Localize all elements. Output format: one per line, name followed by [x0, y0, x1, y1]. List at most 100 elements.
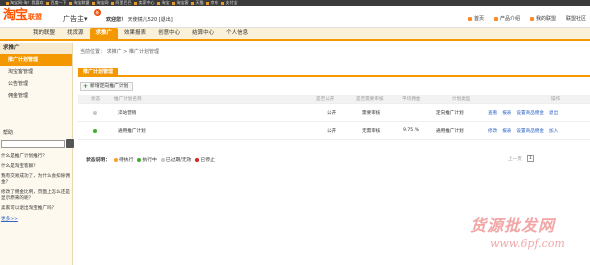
help-link[interactable]: 我有交易成功了，为什么会扣除佣金？ [1, 174, 73, 186]
sidebar-item-commission-management[interactable]: 佣金管理 [0, 90, 72, 102]
status-pending-icon [114, 157, 118, 162]
header-links: 首页 产品介绍 我的联盟 联盟社区 [467, 15, 586, 22]
prev-page-button[interactable]: 上一页 [508, 156, 522, 162]
bookmark-icon [69, 1, 73, 5]
legend-item: 待执行 [114, 156, 133, 163]
bookmark-icon [111, 1, 115, 5]
table-row: 淬站营销 公开 需要审核 定向推广计划 查看 报表 设置商品佣金 退出 [78, 104, 590, 122]
status-expired-icon [93, 110, 97, 115]
bookmark-icon [172, 1, 176, 5]
status-active-icon [93, 128, 97, 133]
plan-type: 定向推广计划 [436, 110, 464, 116]
help-title: 帮助 [3, 130, 14, 136]
chevron-down-icon: ▾ [84, 15, 88, 23]
sidebar-item-taoke-management[interactable]: 淘宝客管理 [0, 66, 72, 78]
legend-label: 待执行 [119, 158, 134, 163]
nav-creative[interactable]: 创意中心 [152, 28, 186, 39]
main-nav: 我的联盟 找货源 求推广 效果报表 创意中心 结算中心 个人信息 [0, 28, 590, 41]
sidebar-item-notice-management[interactable]: 公告管理 [0, 78, 72, 90]
help-more-link[interactable]: 更多>> [1, 216, 73, 222]
plus-icon: + [83, 82, 89, 90]
legend-item: 已过期/无效 [160, 156, 192, 163]
plan-name: 通用推广计划 [118, 128, 146, 134]
help-search-button[interactable] [66, 139, 74, 148]
status-expired-icon [160, 157, 165, 162]
plan-review: 需要审核 [362, 110, 381, 116]
header-link-home[interactable]: 首页 [467, 15, 484, 22]
header-link-label: 联盟社区 [565, 16, 586, 22]
table-header: 状态 推广计划名称 是否公开 是否需要审核 平均佣金 计划类型 操作 [78, 95, 590, 104]
table-row: 通用推广计划 公开 无需审核 9.75 % 通用推广计划 修改 报表 设置商品佣… [78, 122, 590, 140]
set-commission-link[interactable]: 设置商品佣金 [516, 128, 544, 134]
site-header: 淘宝 联盟 广告主▾ 新 欢迎您！ 天使镜儿520 [退出] 首页 产品介绍 我… [0, 6, 590, 28]
header-link-community[interactable]: 联盟社区 [566, 15, 586, 22]
legend-label: 执行中 [142, 158, 157, 163]
help-link[interactable]: 卖家可以退出淘宝推广吗？ [1, 206, 73, 212]
bookmark-icon [157, 1, 161, 5]
quit-link[interactable]: 退出 [549, 110, 558, 116]
column-header: 操作 [551, 97, 561, 102]
welcome-text: 欢迎您！ 天使镜儿520 [退出] [106, 16, 173, 23]
plan-type: 通用推广计划 [436, 128, 464, 134]
view-link[interactable]: 查看 [488, 110, 497, 116]
column-header: 计划类型 [452, 97, 471, 102]
join-link[interactable]: 加入 [549, 128, 558, 134]
column-header: 状态 [91, 97, 101, 102]
tab-plan-management[interactable]: 推广计划管理 [78, 68, 119, 77]
header-link-label: 产品介绍 [499, 16, 520, 22]
add-plan-button[interactable]: + 新增定向推广计划 [80, 82, 134, 91]
new-badge: 新 [94, 9, 101, 16]
user-icon [529, 16, 534, 21]
nav-my-union[interactable]: 我的联盟 [27, 28, 61, 39]
help-search-input[interactable] [1, 140, 65, 148]
header-link-my-union[interactable]: 我的联盟 [529, 15, 556, 22]
sidebar-title: 求推广 [0, 43, 72, 54]
help-link[interactable]: 什么是推广计划推行？ [1, 154, 73, 160]
column-header: 是否需要审核 [356, 97, 384, 102]
plan-commission: 9.75 % [403, 128, 420, 133]
help-link[interactable]: 什么是淘宝客群？ [1, 164, 73, 170]
status-active-icon [137, 157, 142, 162]
nav-promotion[interactable]: 求推广 [89, 28, 119, 39]
logout-link[interactable]: [退出] [159, 17, 173, 23]
header-link-product[interactable]: 产品介绍 [493, 15, 520, 22]
username: 天使镜儿520 [127, 17, 158, 23]
bookmark-icon [46, 1, 50, 5]
edit-link[interactable]: 修改 [488, 128, 497, 134]
status-stopped-icon [195, 157, 200, 162]
add-plan-label: 新增定向推广计划 [90, 83, 129, 89]
nav-reports[interactable]: 效果报表 [118, 28, 152, 39]
legend-item: 执行中 [137, 156, 157, 163]
header-link-label: 我的联盟 [535, 16, 556, 22]
status-legend: 状态说明： 待执行 执行中 已过期/无效 已停止 [86, 156, 215, 163]
nav-settlement[interactable]: 结算中心 [186, 28, 220, 39]
watermark-url: www.6pf.com [490, 237, 565, 250]
watermark: 货源批发网 [470, 216, 556, 235]
set-commission-link[interactable]: 设置商品佣金 [516, 110, 544, 116]
help-link[interactable]: 修改了佣金比例，页面上怎么还是显示原来的呢？ [1, 190, 73, 202]
taobao-union-logo[interactable]: 淘宝 联盟 [3, 9, 42, 22]
nav-find-source[interactable]: 找货源 [61, 28, 90, 39]
breadcrumb: 当前位置： 求推广 > 推广计划管理 [80, 49, 159, 55]
legend-label: 已停止 [200, 158, 215, 163]
bookmark-icon [6, 1, 9, 5]
legend-item: 已停止 [195, 156, 215, 163]
pagination: 上一页 1 [508, 155, 534, 162]
plan-review: 无需审核 [362, 128, 381, 134]
sidebar-item-plan-management[interactable]: 推广计划管理 [0, 54, 72, 66]
legend-label: 已过期/无效 [165, 158, 192, 163]
role-switcher[interactable]: 广告主▾ [63, 14, 88, 24]
header-link-label: 首页 [473, 16, 484, 22]
report-link[interactable]: 报表 [502, 128, 511, 134]
bookmark-icon [191, 1, 195, 5]
bookmark-icon [92, 1, 96, 5]
nav-profile[interactable]: 个人信息 [220, 28, 254, 39]
plan-table: 状态 推广计划名称 是否公开 是否需要审核 平均佣金 计划类型 操作 淬站营销 … [78, 95, 590, 140]
sidebar: 求推广 推广计划管理 淘宝客管理 公告管理 佣金管理 帮助 什么是推广计划推行？… [0, 43, 74, 265]
plan-name: 淬站营销 [118, 110, 137, 116]
report-link[interactable]: 报表 [502, 110, 511, 116]
current-page[interactable]: 1 [526, 155, 534, 162]
tab-bar: 推广计划管理 [78, 68, 590, 77]
home-icon [467, 16, 472, 21]
plan-public: 公开 [327, 110, 337, 116]
